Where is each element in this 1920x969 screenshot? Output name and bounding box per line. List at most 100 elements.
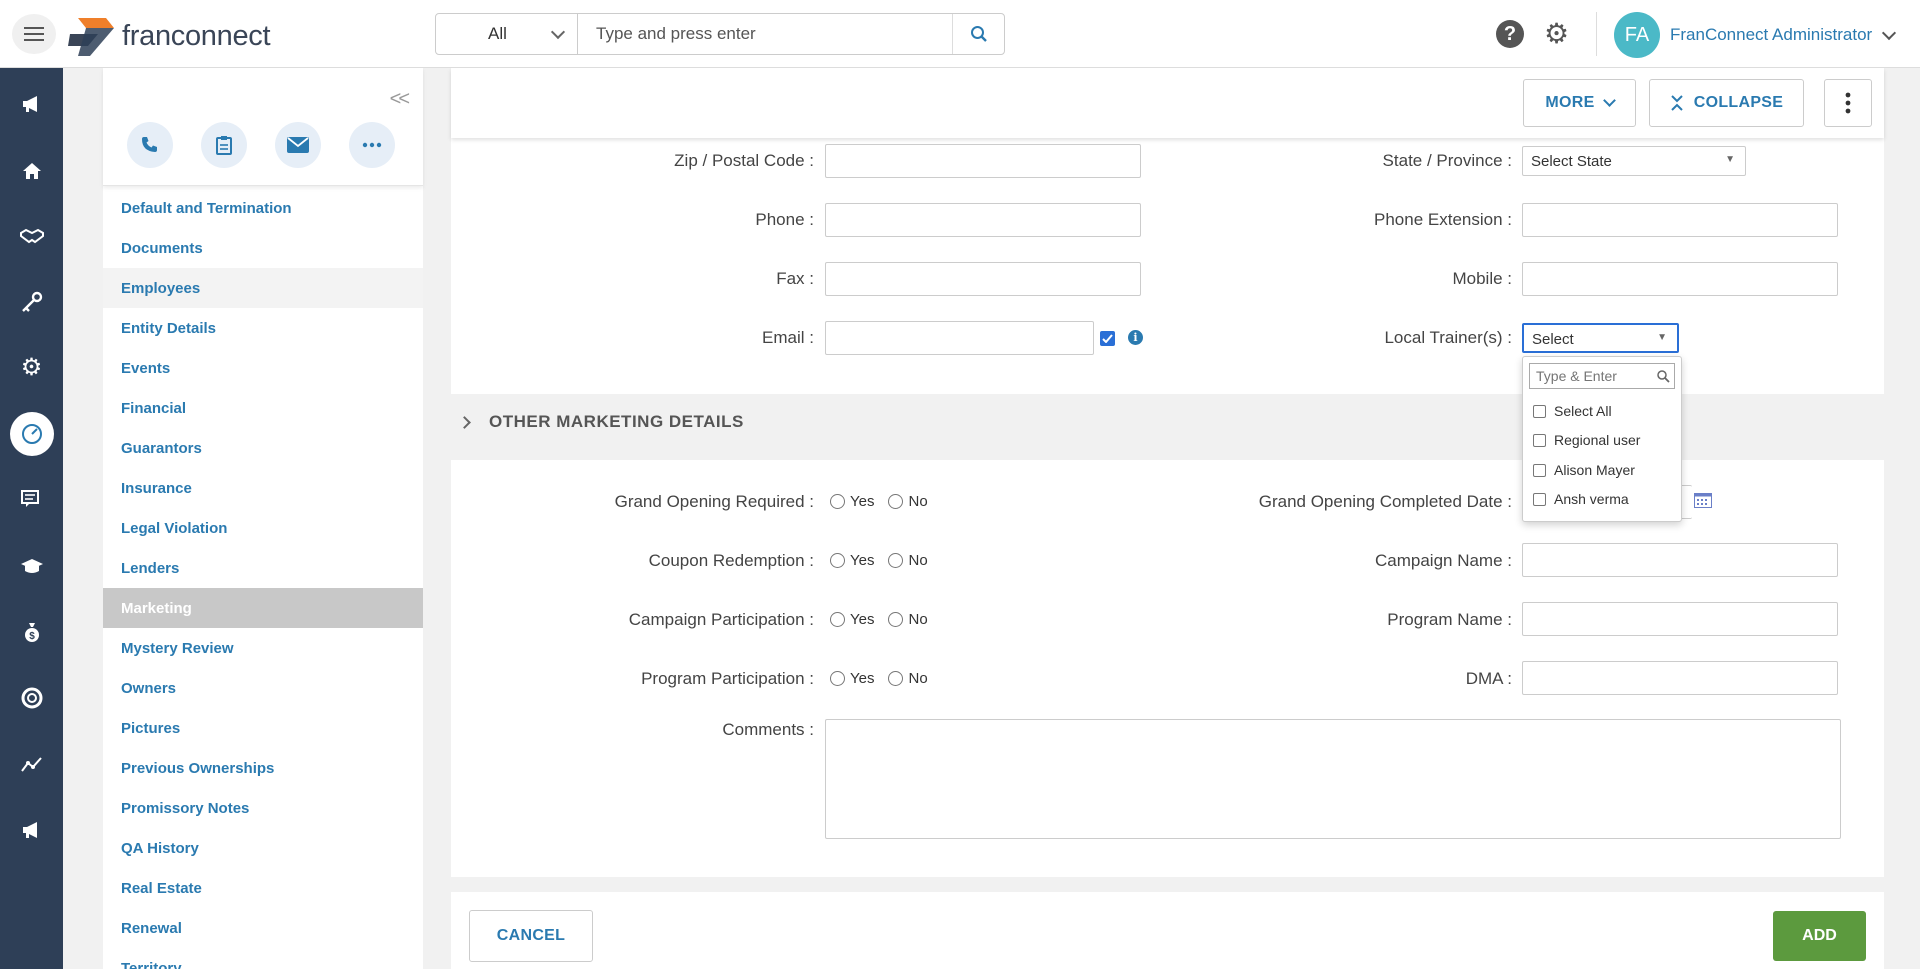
- sidebar-item-territory[interactable]: Territory: [103, 948, 423, 969]
- radio-no[interactable]: [888, 553, 904, 568]
- rail-lifebuoy-icon[interactable]: [0, 676, 63, 720]
- radio-yes[interactable]: [830, 494, 845, 509]
- yes-label: Yes: [850, 493, 875, 510]
- email-opt-in-checkbox[interactable]: [1100, 331, 1115, 346]
- sidebar-item-financial[interactable]: Financial: [103, 388, 423, 428]
- user-name: FranConnect Administrator: [1670, 25, 1873, 44]
- phone-label: Phone :: [755, 210, 814, 229]
- rail-analytics-icon[interactable]: [0, 742, 63, 786]
- rail-money-bag-icon[interactable]: $: [0, 610, 63, 654]
- campaign-name-field[interactable]: [1522, 543, 1838, 577]
- sidebar-item-renewal[interactable]: Renewal: [103, 908, 423, 948]
- user-menu[interactable]: FA FranConnect Administrator: [1614, 12, 1897, 58]
- phone-field[interactable]: [825, 203, 1141, 237]
- option-label: Regional user: [1554, 432, 1641, 448]
- trainer-option-alison-mayer[interactable]: Alison Mayer: [1533, 462, 1635, 478]
- local-trainer-value: Select: [1532, 331, 1574, 348]
- more-actions-button[interactable]: [349, 122, 395, 168]
- comments-label: Comments :: [722, 720, 814, 739]
- state-select[interactable]: Select State ▼: [1522, 146, 1746, 176]
- collapse-icon: [1671, 95, 1683, 111]
- menu-icon[interactable]: [12, 14, 56, 54]
- sidebar-item-real-estate[interactable]: Real Estate: [103, 868, 423, 908]
- checkbox[interactable]: [1533, 433, 1546, 447]
- radio-no[interactable]: [888, 671, 904, 686]
- phone-icon: [142, 137, 157, 152]
- more-button[interactable]: MORE: [1523, 79, 1636, 127]
- help-icon[interactable]: ?: [1496, 20, 1524, 48]
- fax-field[interactable]: [825, 262, 1141, 296]
- kebab-menu-button[interactable]: [1824, 79, 1872, 127]
- sidebar-item-qa-history[interactable]: QA History: [103, 828, 423, 868]
- sidebar-item-owners[interactable]: Owners: [103, 668, 423, 708]
- email-button[interactable]: [275, 122, 321, 168]
- more-label: MORE: [1545, 94, 1595, 111]
- sidebar-item-legal-violation[interactable]: Legal Violation: [103, 508, 423, 548]
- radio-no[interactable]: [888, 494, 904, 509]
- program-name-field[interactable]: [1522, 602, 1838, 636]
- yes-label: Yes: [850, 670, 875, 687]
- sidebar-item-mystery-review[interactable]: Mystery Review: [103, 628, 423, 668]
- rail-handshake-icon[interactable]: [0, 214, 63, 258]
- trainer-option-ansh-verma[interactable]: Ansh verma: [1533, 491, 1629, 507]
- rail-megaphone-icon[interactable]: [0, 82, 63, 126]
- sidebar-item-previous-ownerships[interactable]: Previous Ownerships: [103, 748, 423, 788]
- collapse-sidebar-icon[interactable]: <<: [390, 88, 410, 111]
- info-icon[interactable]: i: [1128, 330, 1143, 345]
- dma-field[interactable]: [1522, 661, 1838, 695]
- sidebar-item-default-and-termination[interactable]: Default and Termination: [103, 188, 423, 228]
- radio-no[interactable]: [888, 612, 904, 627]
- search-input[interactable]: [578, 24, 952, 44]
- email-field[interactable]: [825, 321, 1094, 355]
- cancel-button[interactable]: CANCEL: [469, 910, 593, 962]
- radio-yes[interactable]: [830, 612, 845, 627]
- sidebar-item-employees[interactable]: Employees: [103, 268, 423, 308]
- rail-graduation-icon[interactable]: [0, 544, 63, 588]
- rail-dashboard-icon[interactable]: [0, 412, 63, 456]
- form-footer: [451, 892, 1884, 969]
- checkbox[interactable]: [1533, 492, 1546, 506]
- search-button[interactable]: [952, 14, 1004, 54]
- other-marketing-details-header[interactable]: OTHER MARKETING DETAILS: [458, 412, 744, 432]
- quick-actions: [127, 122, 423, 168]
- sidebar-item-lenders[interactable]: Lenders: [103, 548, 423, 588]
- zip-field[interactable]: [825, 144, 1141, 178]
- mobile-label: Mobile :: [1452, 269, 1512, 288]
- radio-yes[interactable]: [830, 671, 845, 686]
- rail-announcement-icon[interactable]: [0, 808, 63, 852]
- sidebar-item-pictures[interactable]: Pictures: [103, 708, 423, 748]
- sidebar-item-promissory-notes[interactable]: Promissory Notes: [103, 788, 423, 828]
- trainer-option-regional-user[interactable]: Regional user: [1533, 432, 1640, 448]
- dropdown-arrow-icon: ▼: [1657, 332, 1667, 343]
- trainer-option-select-all[interactable]: Select All: [1533, 403, 1612, 419]
- sidebar-item-insurance[interactable]: Insurance: [103, 468, 423, 508]
- collapse-button[interactable]: COLLAPSE: [1649, 79, 1804, 127]
- checkbox[interactable]: [1533, 463, 1546, 477]
- checkbox[interactable]: [1533, 404, 1546, 418]
- mobile-field[interactable]: [1522, 262, 1838, 296]
- settings-gear-icon[interactable]: ⚙: [1544, 20, 1569, 48]
- rail-home-icon[interactable]: [0, 149, 63, 193]
- rail-chat-icon[interactable]: [0, 478, 63, 522]
- phone-extension-field[interactable]: [1522, 203, 1838, 237]
- sidebar-item-entity-details[interactable]: Entity Details: [103, 308, 423, 348]
- divider: [1596, 12, 1597, 56]
- campaign-name-label: Campaign Name :: [1374, 551, 1512, 570]
- logo[interactable]: franconnect: [68, 12, 271, 60]
- comments-textarea[interactable]: [825, 719, 1841, 839]
- rail-settings-icon[interactable]: ⚙: [0, 346, 63, 390]
- add-button[interactable]: ADD: [1773, 911, 1866, 961]
- calendar-icon[interactable]: [1694, 493, 1712, 513]
- sidebar-item-events[interactable]: Events: [103, 348, 423, 388]
- global-search: All: [435, 13, 1005, 55]
- radio-yes[interactable]: [830, 553, 845, 568]
- trainer-search-input[interactable]: [1529, 363, 1675, 389]
- sidebar-item-marketing[interactable]: Marketing: [103, 588, 423, 628]
- task-button[interactable]: [201, 122, 247, 168]
- call-button[interactable]: [127, 122, 173, 168]
- sidebar-item-documents[interactable]: Documents: [103, 228, 423, 268]
- search-scope-select[interactable]: All: [436, 14, 578, 54]
- rail-key-icon[interactable]: [0, 280, 63, 324]
- local-trainer-select[interactable]: Select ▼: [1522, 323, 1679, 353]
- sidebar-item-guarantors[interactable]: Guarantors: [103, 428, 423, 468]
